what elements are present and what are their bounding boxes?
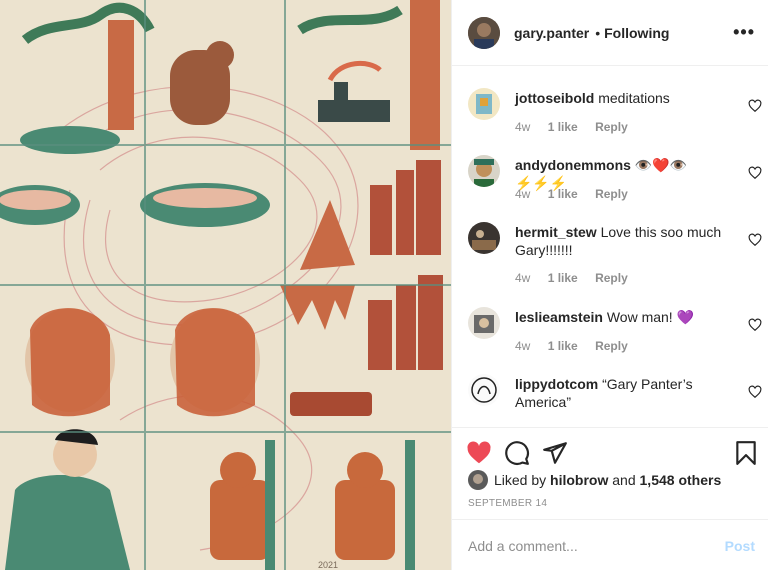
commenter-avatar[interactable]: [468, 374, 500, 406]
artwork-signature: 2021: [318, 560, 338, 570]
comment-username[interactable]: lippydotcom: [515, 376, 598, 392]
comment-likes-count[interactable]: 1 like: [548, 339, 578, 353]
comment-icon[interactable]: [504, 440, 530, 466]
comment-meta: 4w 1 like Reply: [515, 187, 642, 201]
comment-username[interactable]: andydonemmons: [515, 157, 631, 173]
comment-item: lippydotcom “Gary Panter’s America”: [468, 374, 762, 422]
comment-text: Wow man! 💜: [606, 309, 695, 325]
comment-age: 4w: [515, 187, 531, 201]
bookmark-icon[interactable]: [733, 440, 759, 466]
author-avatar[interactable]: [468, 16, 500, 49]
heart-filled-icon[interactable]: [466, 440, 492, 466]
commenter-avatar[interactable]: [468, 307, 500, 339]
comment-age: 4w: [515, 120, 531, 134]
comment-username[interactable]: jottoseibold: [515, 90, 594, 106]
post-date[interactable]: SEPTEMBER 14: [468, 498, 547, 509]
comment-text: meditations: [598, 90, 670, 106]
reply-button[interactable]: Reply: [595, 187, 628, 201]
add-comment-bar: Add a comment... Post: [452, 519, 768, 570]
post-header: gary.panter • Following •••: [452, 0, 768, 66]
comment-heart-icon[interactable]: [748, 318, 762, 332]
reply-button[interactable]: Reply: [595, 339, 628, 353]
comment-meta: 4w 1 like Reply: [515, 120, 642, 134]
comment-age: 4w: [515, 271, 531, 285]
liked-by-user[interactable]: hilobrow: [550, 472, 608, 488]
comments-list: jottoseibold meditations 4w 1 like Reply…: [452, 67, 768, 427]
comment-item: leslieamstein Wow man! 💜 4w 1 like Reply: [468, 307, 762, 357]
liked-by-summary: Liked by hilobrow and 1,548 others: [468, 470, 721, 490]
comment-likes-count[interactable]: 1 like: [548, 271, 578, 285]
commenter-avatar[interactable]: [468, 88, 500, 120]
liked-by-prefix: Liked by: [494, 472, 547, 488]
more-horizontal-icon[interactable]: •••: [733, 22, 755, 43]
add-comment-input[interactable]: Add a comment...: [468, 538, 578, 554]
comment-age: 4w: [515, 339, 531, 353]
comment-heart-icon[interactable]: [748, 166, 762, 180]
comment-meta: 4w 1 like Reply: [515, 271, 642, 285]
post-side-panel: gary.panter • Following ••• jottoseibold…: [451, 0, 768, 570]
liker-avatar[interactable]: [468, 470, 488, 490]
comment-item: hermit_stew Love this soo much Gary!!!!!…: [468, 222, 762, 290]
comment-heart-icon[interactable]: [748, 99, 762, 113]
liked-by-others[interactable]: 1,548 others: [640, 472, 722, 488]
comment-likes-count[interactable]: 1 like: [548, 120, 578, 134]
comment-username[interactable]: leslieamstein: [515, 309, 603, 325]
comment-username[interactable]: hermit_stew: [515, 224, 597, 240]
comment-item: jottoseibold meditations 4w 1 like Reply: [468, 88, 762, 138]
comment-heart-icon[interactable]: [748, 385, 762, 399]
follow-separator: •: [595, 24, 601, 41]
commenter-avatar[interactable]: [468, 155, 500, 187]
post-actions-bar: Liked by hilobrow and 1,548 others SEPTE…: [452, 427, 768, 519]
comment-heart-icon[interactable]: [748, 233, 762, 247]
reply-button[interactable]: Reply: [595, 271, 628, 285]
comment-likes-count[interactable]: 1 like: [548, 187, 578, 201]
share-icon[interactable]: [542, 440, 568, 466]
post-image[interactable]: 2021: [0, 0, 451, 570]
follow-status-button[interactable]: Following: [604, 25, 669, 41]
commenter-avatar[interactable]: [468, 222, 500, 254]
comment-meta: 4w 1 like Reply: [515, 339, 642, 353]
reply-button[interactable]: Reply: [595, 120, 628, 134]
post-comment-button[interactable]: Post: [725, 538, 755, 554]
liked-by-and: and: [612, 472, 636, 488]
author-username[interactable]: gary.panter: [514, 25, 589, 41]
comment-item: andydonemmons 👁️❤️👁️⚡⚡⚡ 4w 1 like Reply: [468, 155, 762, 205]
